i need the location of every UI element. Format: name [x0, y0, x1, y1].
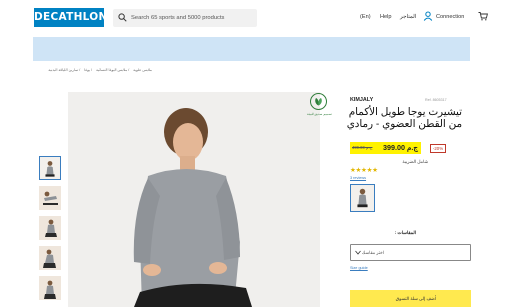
gallery-thumbnail[interactable]: [39, 246, 61, 270]
product-ref: Ref. 8605317: [425, 98, 447, 102]
search-icon: [118, 13, 127, 22]
breadcrumb-item[interactable]: تمارين اللياقة البدنية: [48, 68, 78, 72]
reviews-link[interactable]: 3 reviews: [350, 176, 366, 180]
price-box: ج.م 499.00 ج.م 399.00: [350, 142, 421, 154]
size-placeholder: اختر مقاسك: [361, 250, 384, 255]
cart-icon[interactable]: [478, 11, 488, 21]
gallery-thumbnail[interactable]: [39, 276, 61, 300]
discount-badge: -20%: [430, 144, 446, 153]
gallery-thumbnail[interactable]: [39, 186, 61, 210]
size-guide-link[interactable]: Size guide: [350, 266, 368, 270]
rating-stars: ★★★★★: [350, 166, 378, 174]
color-swatch-grey[interactable]: [350, 184, 375, 212]
old-price: ج.م 499.00: [352, 145, 373, 150]
language-switch[interactable]: (En): [360, 12, 371, 22]
product-main-image[interactable]: [68, 92, 320, 307]
gallery-thumbnail[interactable]: [39, 216, 61, 240]
sizes-label: المقاسات :: [394, 230, 416, 235]
decathlon-logo[interactable]: DECATHLON: [34, 8, 107, 27]
product-brand[interactable]: KIMJALY: [350, 97, 373, 103]
breadcrumb-item[interactable]: ملابس علوية: [133, 68, 152, 72]
search-placeholder: Search 65 sports and 5000 products: [131, 15, 225, 21]
help-link[interactable]: Help: [380, 12, 392, 22]
search-bar[interactable]: Search 65 sports and 5000 products: [113, 9, 257, 27]
product-title: تيشيرت يوجا طويل الأكمام من القطن العضوي…: [346, 107, 462, 130]
chevron-down-icon: [355, 250, 361, 255]
current-price: ج.م 399.00: [383, 143, 419, 152]
eco-design-badge: تصميم صديق للبيئة: [307, 93, 332, 121]
eco-leaf-icon: [309, 93, 327, 110]
eco-design-label: تصميم صديق للبيئة: [307, 112, 332, 116]
promo-banner[interactable]: [33, 37, 470, 61]
user-icon[interactable]: [423, 11, 433, 21]
breadcrumb-item[interactable]: يوغا: [84, 68, 90, 72]
tax-note: شامل الضريبة: [402, 159, 428, 164]
add-to-cart-label: أضف إلى سلة التسوق: [395, 296, 436, 301]
breadcrumb: ملابس علوية/ ملابس اليوغا النسائية/ يوغا…: [48, 68, 152, 72]
size-select[interactable]: اختر مقاسك: [350, 244, 471, 261]
gallery-thumbnail[interactable]: [39, 156, 61, 180]
add-to-cart-button[interactable]: أضف إلى سلة التسوق: [350, 290, 471, 307]
stores-link[interactable]: المتاجر: [400, 12, 416, 22]
breadcrumb-item[interactable]: ملابس اليوغا النسائية: [96, 68, 127, 72]
site-header: DECATHLON Search 65 sports and 5000 prod…: [0, 0, 515, 36]
connection-link[interactable]: Connection: [436, 12, 464, 22]
